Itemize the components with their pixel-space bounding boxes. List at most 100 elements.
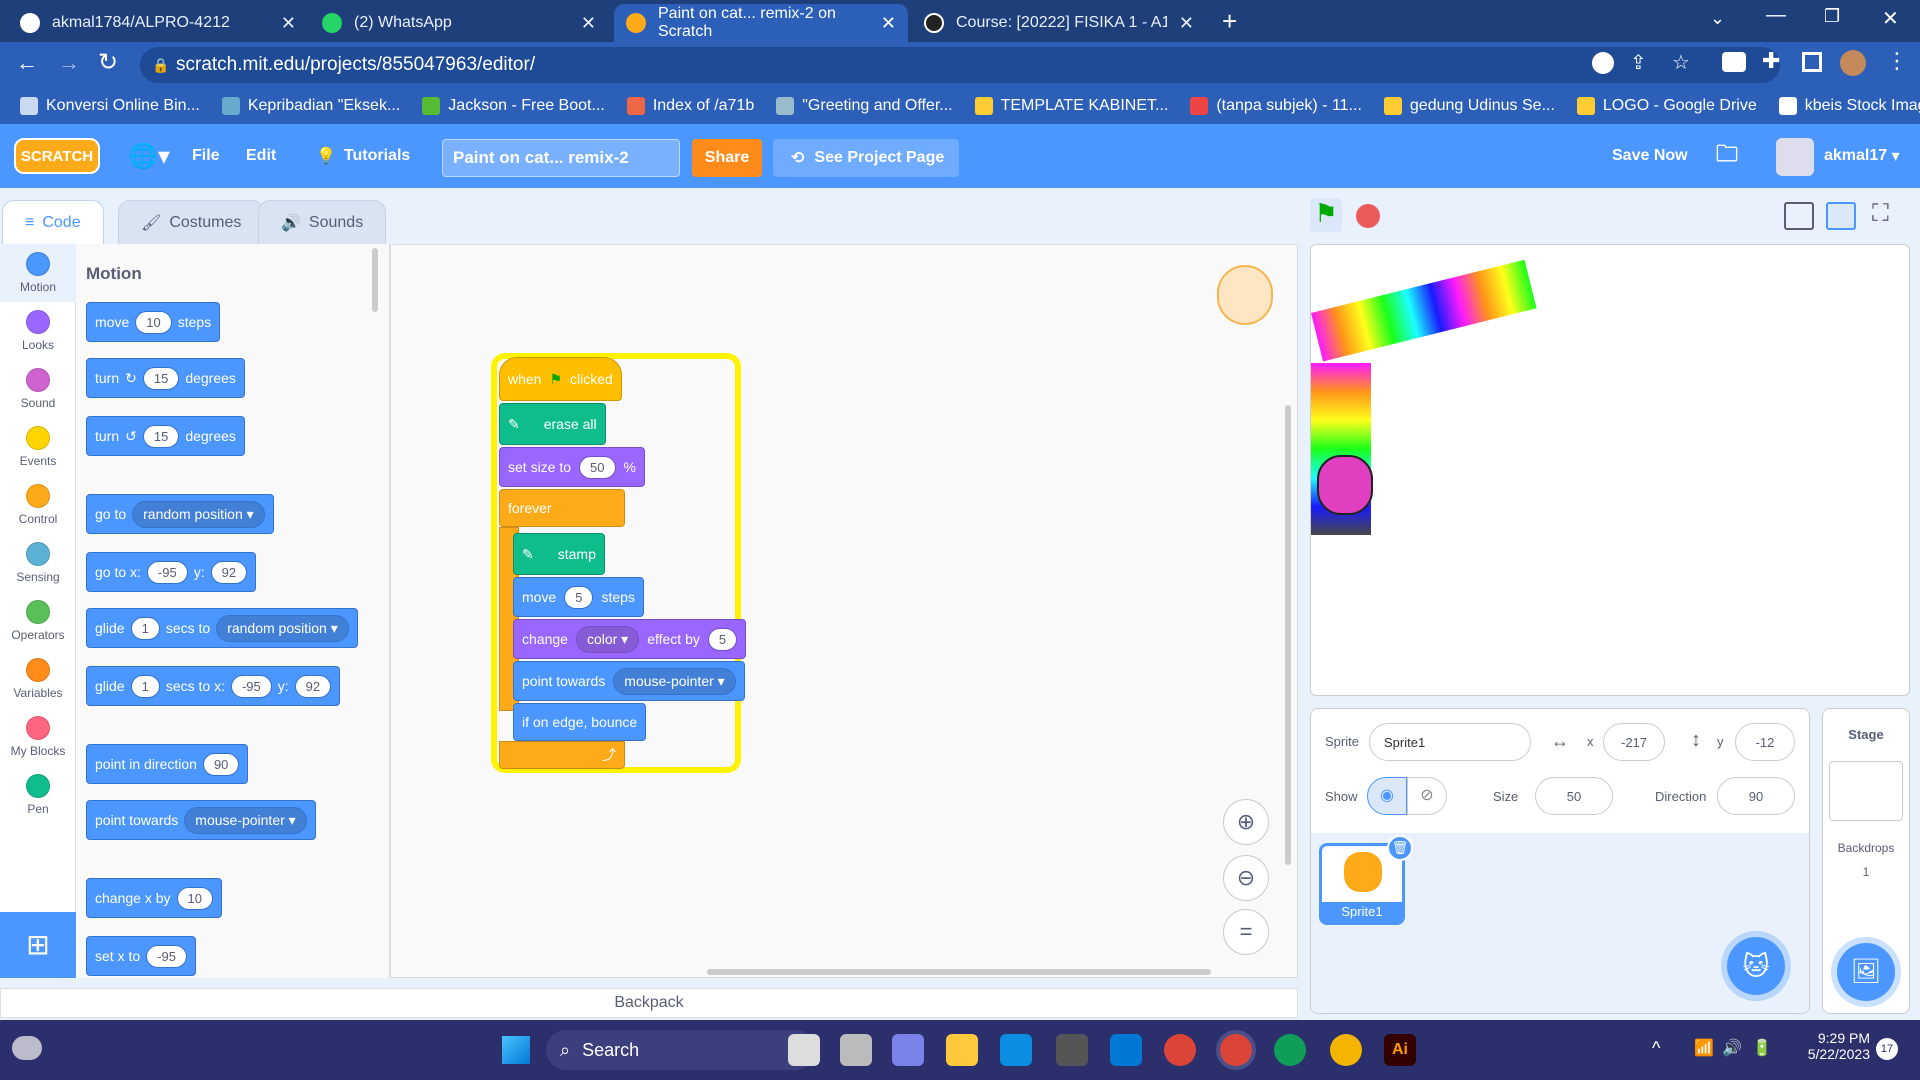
block-turn-right[interactable]: turn ↻ 15 degrees xyxy=(86,358,245,398)
tab-code[interactable]: ≡ Code xyxy=(2,200,104,244)
block-turn-left[interactable]: turn ↺ 15 degrees xyxy=(86,416,245,456)
backpack-bar[interactable]: Backpack xyxy=(0,988,1298,1018)
stage-thumb[interactable] xyxy=(1829,761,1903,821)
bing-icon[interactable] xyxy=(788,1034,820,1066)
category-motion[interactable]: Motion xyxy=(0,244,76,302)
tab-sounds[interactable]: 🔊 Sounds xyxy=(258,200,387,244)
sidepanel-icon[interactable] xyxy=(1802,52,1822,72)
bookmark-item[interactable]: Index of /a71b xyxy=(626,97,754,115)
language-globe-icon[interactable]: 🌐▾ xyxy=(128,124,170,188)
close-icon[interactable]: ✕ xyxy=(1179,13,1194,34)
block-forever[interactable]: forever xyxy=(499,489,625,527)
y-input[interactable]: -12 xyxy=(1735,723,1795,761)
bookmark-item[interactable]: "Greeting and Offer... xyxy=(776,97,953,115)
edge-icon[interactable] xyxy=(1000,1034,1032,1066)
size-input[interactable]: 50 xyxy=(1535,777,1613,815)
zoom-in-button[interactable]: ⊕ xyxy=(1223,799,1269,845)
menu-file[interactable]: File xyxy=(192,124,220,188)
x-input[interactable]: -217 xyxy=(1603,723,1665,761)
block-go-to-xy[interactable]: go to x: -95 y: 92 xyxy=(86,552,257,592)
reload-icon[interactable]: ↻ xyxy=(98,48,118,77)
tab-whatsapp[interactable]: (2) WhatsApp ✕ xyxy=(310,4,608,42)
block-erase-all[interactable]: ✎ erase all xyxy=(499,403,606,445)
block-when-flag-clicked[interactable]: when ⚑ clicked xyxy=(499,357,622,401)
category-events[interactable]: Events xyxy=(0,418,76,476)
bookmark-item[interactable]: Jackson - Free Boot... xyxy=(422,97,605,115)
menu-edit[interactable]: Edit xyxy=(246,124,276,188)
category-control[interactable]: Control xyxy=(0,476,76,534)
profile-avatar[interactable] xyxy=(1840,50,1866,76)
block-glide-xy[interactable]: glide 1 secs to x: -95 y: 92 xyxy=(86,666,341,706)
chrome-icon[interactable] xyxy=(1164,1034,1196,1066)
bookmark-item[interactable]: LOGO - Google Drive xyxy=(1576,97,1757,115)
back-icon[interactable]: ← xyxy=(16,50,38,76)
block-stamp[interactable]: ✎ stamp xyxy=(513,533,605,575)
share-button[interactable]: Share xyxy=(692,139,762,177)
block-point-in-direction[interactable]: point in direction 90 xyxy=(86,744,249,784)
chrome-icon[interactable] xyxy=(1220,1034,1252,1066)
account-menu[interactable]: akmal17 ▾ xyxy=(1824,124,1900,188)
green-flag-button[interactable]: ⚑ xyxy=(1310,198,1342,232)
stage-canvas[interactable] xyxy=(1310,244,1910,696)
close-icon[interactable]: ✕ xyxy=(281,13,296,34)
bookmark-star-icon[interactable]: ☆ xyxy=(1672,50,1690,75)
fullscreen-icon[interactable]: ⛶ xyxy=(1872,200,1889,228)
forward-icon[interactable]: → xyxy=(58,50,80,76)
file-explorer-icon[interactable] xyxy=(946,1034,978,1066)
save-now-button[interactable]: Save Now xyxy=(1612,124,1688,188)
stage-selector-pane[interactable]: Stage Backdrops 1 🖼 xyxy=(1822,708,1910,1014)
category-my-blocks[interactable]: My Blocks xyxy=(0,708,76,766)
battery-icon[interactable]: 🔋 xyxy=(1752,1038,1772,1058)
project-title-input[interactable]: Paint on cat... remix-2 xyxy=(442,139,680,177)
category-sensing[interactable]: Sensing xyxy=(0,534,76,592)
block-set-size[interactable]: set size to 50% xyxy=(499,447,645,487)
my-stuff-folder-icon[interactable]: 🗀 xyxy=(1716,124,1738,188)
stop-button[interactable] xyxy=(1356,204,1380,228)
small-stage-button[interactable] xyxy=(1784,202,1814,230)
wifi-icon[interactable]: 📶 xyxy=(1694,1038,1714,1058)
tab-course[interactable]: Course: [20222] FISIKA 1 - A11.42✕ xyxy=(912,4,1206,42)
bookmark-item[interactable]: Kepribadian "Eksek... xyxy=(221,97,400,115)
category-sound[interactable]: Sound xyxy=(0,360,76,418)
add-extension-button[interactable]: ⊞ xyxy=(0,912,76,978)
block-change-effect[interactable]: change color ▾ effect by 5 xyxy=(513,619,747,659)
palette-scrollbar[interactable] xyxy=(372,248,378,312)
block-point-towards[interactable]: point towards mouse-pointer ▾ xyxy=(86,800,316,840)
workspace-vscrollbar[interactable] xyxy=(1285,405,1291,865)
tab-github[interactable]: akmal1784/ALPRO-4212 ✕ xyxy=(8,4,308,42)
volume-icon[interactable]: 🔊 xyxy=(1722,1038,1742,1058)
tab-costumes[interactable]: 🖌 Costumes xyxy=(118,200,265,244)
close-icon[interactable]: ✕ xyxy=(881,13,896,34)
weather-icon[interactable] xyxy=(12,1036,42,1060)
bookmark-item[interactable]: kbeis Stock Image a... xyxy=(1778,97,1920,115)
bookmark-item[interactable]: TEMPLATE KABINET... xyxy=(974,97,1168,115)
tab-list-icon[interactable]: ⌄ xyxy=(1710,8,1725,29)
share-icon[interactable]: ⇪ xyxy=(1630,50,1647,75)
windows-start-icon[interactable] xyxy=(502,1036,530,1064)
close-window-icon[interactable]: ✕ xyxy=(1882,6,1899,31)
teams-icon[interactable] xyxy=(892,1034,924,1066)
menu-icon[interactable]: ⋮ xyxy=(1886,48,1908,74)
block-set-x[interactable]: set x to -95 xyxy=(86,936,196,976)
category-operators[interactable]: Operators xyxy=(0,592,76,650)
block-move-steps[interactable]: move 10 steps xyxy=(86,302,221,342)
show-eye-icon[interactable]: ◉ xyxy=(1367,777,1407,815)
bookmark-item[interactable]: Konversi Online Bin... xyxy=(20,97,200,115)
block-move[interactable]: move 5 steps xyxy=(513,577,644,617)
taskbar-search[interactable]: ⌕ Search xyxy=(546,1030,816,1070)
google-icon[interactable] xyxy=(1592,52,1614,74)
cat-sprite[interactable] xyxy=(1317,455,1373,515)
extensions-icon[interactable]: ✚ xyxy=(1762,48,1780,74)
add-backdrop-icon[interactable]: 🖼 xyxy=(1837,943,1895,1001)
close-icon[interactable]: ✕ xyxy=(581,13,596,34)
menu-tutorials[interactable]: 💡 Tutorials xyxy=(316,124,410,188)
category-pen[interactable]: Pen xyxy=(0,766,76,824)
restore-icon[interactable]: ❐ xyxy=(1824,6,1840,27)
block-if-on-edge-bounce[interactable]: if on edge, bounce xyxy=(513,703,647,741)
scratch-logo[interactable]: SCRATCH xyxy=(14,138,100,174)
bookmark-item[interactable]: (tanpa subjek) - 11... xyxy=(1190,97,1362,115)
bookmark-item[interactable]: gedung Udinus Se... xyxy=(1383,97,1555,115)
avatar[interactable] xyxy=(1776,138,1814,176)
mail-icon[interactable] xyxy=(1110,1034,1142,1066)
illustrator-icon[interactable]: Ai xyxy=(1384,1034,1416,1066)
